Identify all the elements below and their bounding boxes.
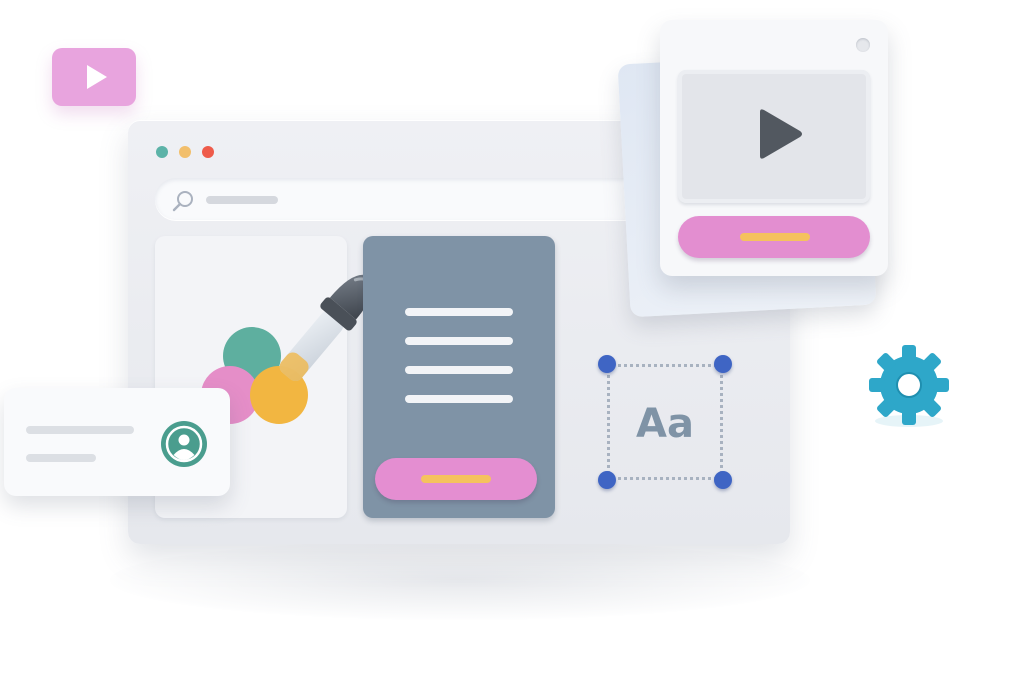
window-dot-red[interactable] xyxy=(202,146,214,158)
content-card-button-bar xyxy=(421,475,491,483)
typography-sample: Aa xyxy=(636,401,694,447)
play-icon[interactable] xyxy=(748,104,808,164)
window-dot-teal[interactable] xyxy=(156,146,168,158)
gear-tooth xyxy=(869,378,885,392)
search-placeholder-bar xyxy=(206,196,278,204)
selection-handle[interactable] xyxy=(598,355,616,373)
floor-shadow xyxy=(110,540,810,620)
selection-handle[interactable] xyxy=(714,355,732,373)
window-dot-yellow[interactable] xyxy=(179,146,191,158)
search-icon xyxy=(172,191,193,212)
profile-line xyxy=(26,454,96,462)
text-line xyxy=(405,395,513,403)
text-line xyxy=(405,337,513,345)
profile-line xyxy=(26,426,134,434)
video-card-button-bar xyxy=(740,233,810,241)
selection-handle[interactable] xyxy=(714,471,732,489)
gear-tooth xyxy=(902,409,916,425)
gear-tooth xyxy=(902,345,916,361)
user-avatar-icon[interactable] xyxy=(160,420,208,468)
gear-icon[interactable] xyxy=(864,340,954,430)
play-icon xyxy=(87,65,107,89)
gear-tooth xyxy=(933,378,949,392)
text-line xyxy=(405,366,513,374)
text-line xyxy=(405,308,513,316)
video-card-close-dot[interactable] xyxy=(856,38,870,52)
selection-handle[interactable] xyxy=(598,471,616,489)
